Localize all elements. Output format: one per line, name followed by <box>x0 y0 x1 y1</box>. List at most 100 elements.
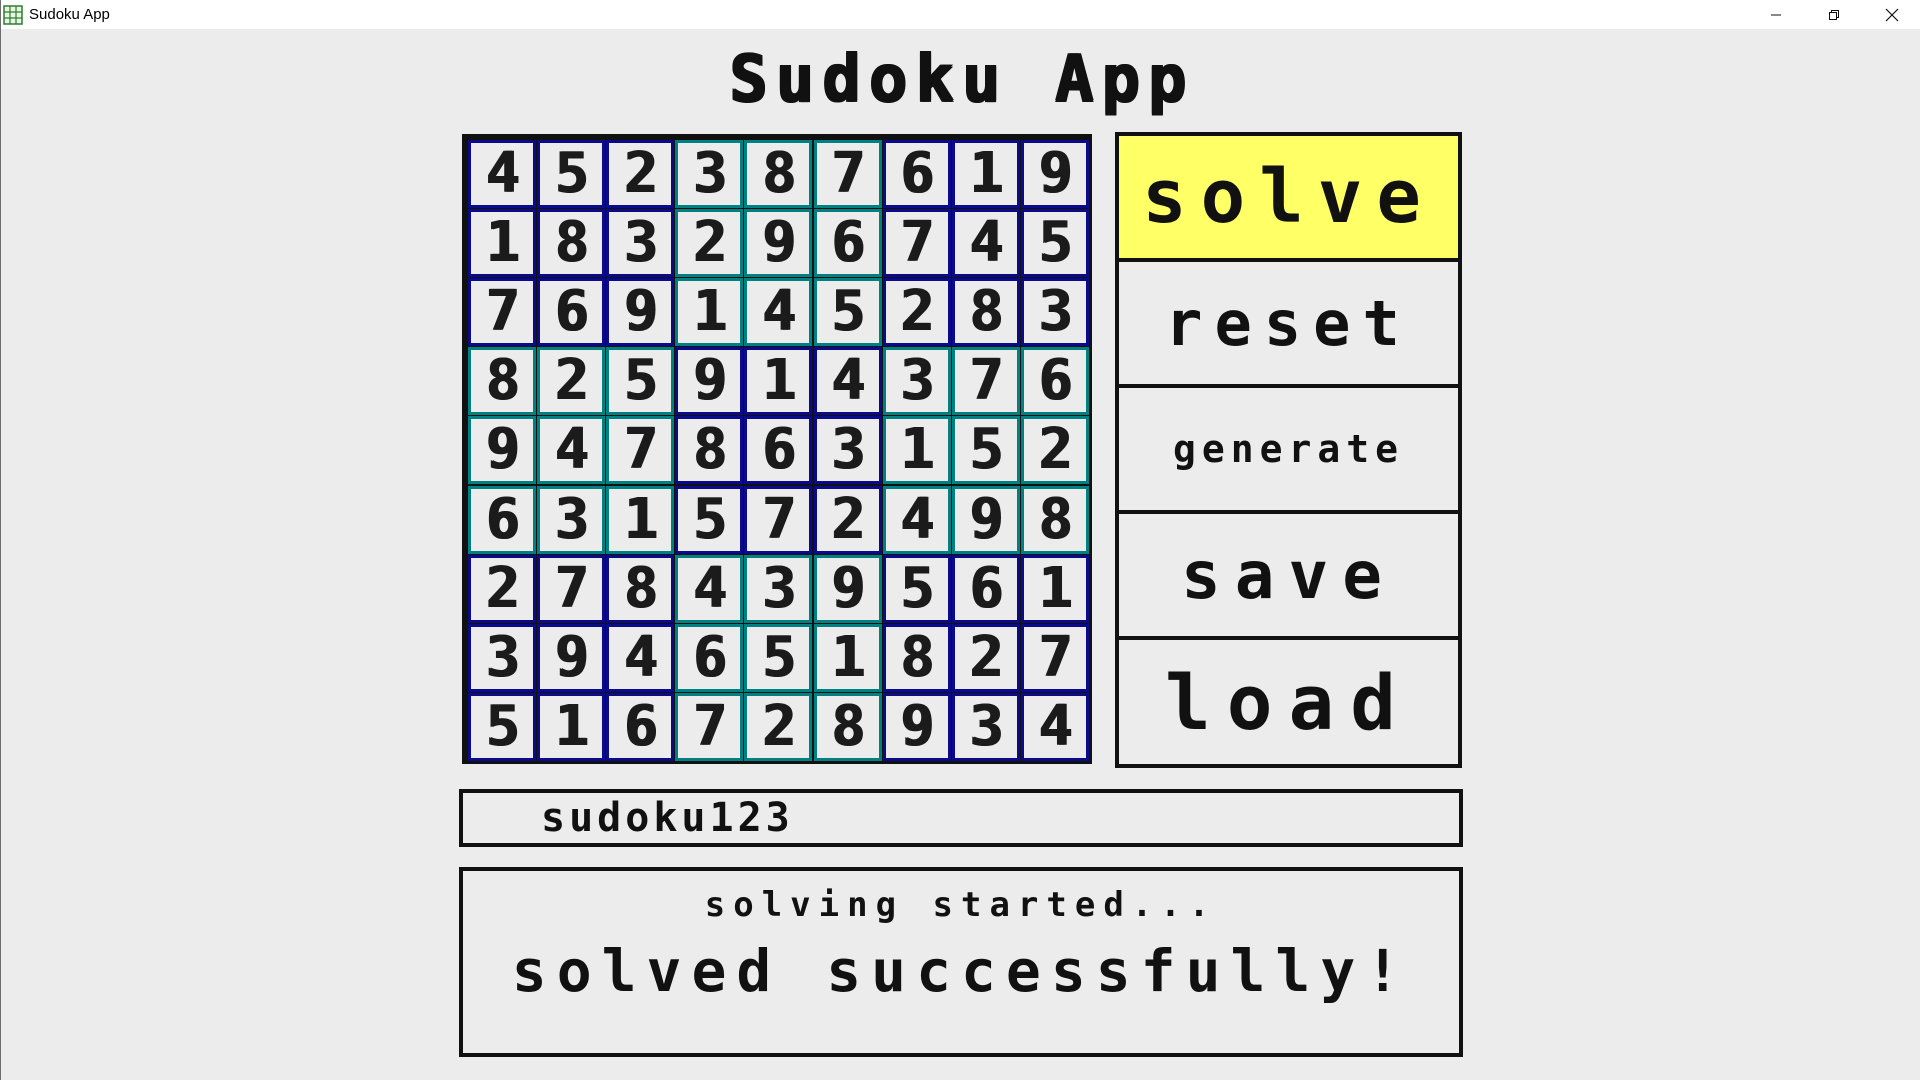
sudoku-cell[interactable]: 4 <box>678 557 741 620</box>
sudoku-cell[interactable]: 7 <box>816 143 879 206</box>
sudoku-cell[interactable]: 2 <box>540 350 603 413</box>
sudoku-cell[interactable]: 8 <box>816 695 879 758</box>
sudoku-cell[interactable]: 6 <box>816 212 879 275</box>
sudoku-cell[interactable]: 3 <box>954 695 1017 758</box>
sudoku-cell[interactable]: 6 <box>954 557 1017 620</box>
sudoku-cell[interactable]: 1 <box>885 419 948 482</box>
sudoku-cell[interactable]: 8 <box>678 419 741 482</box>
sudoku-cell[interactable]: 2 <box>1023 419 1086 482</box>
sudoku-cell[interactable]: 6 <box>678 626 741 689</box>
sudoku-cell[interactable]: 7 <box>1023 626 1086 689</box>
sudoku-cell[interactable]: 9 <box>954 488 1017 551</box>
log-line-result: solved successfully! <box>511 937 1411 1005</box>
sudoku-cell[interactable]: 1 <box>678 281 741 344</box>
sudoku-cell[interactable]: 6 <box>471 488 534 551</box>
sudoku-cell[interactable]: 7 <box>885 212 948 275</box>
solve-button[interactable]: solve <box>1115 132 1462 262</box>
sudoku-cell[interactable]: 5 <box>609 350 672 413</box>
sudoku-cell[interactable]: 5 <box>540 143 603 206</box>
close-button[interactable] <box>1863 0 1920 29</box>
sudoku-cell[interactable]: 5 <box>954 419 1017 482</box>
sudoku-cell[interactable]: 7 <box>540 557 603 620</box>
sudoku-cell[interactable]: 1 <box>954 143 1017 206</box>
sudoku-cell[interactable]: 9 <box>609 281 672 344</box>
sudoku-cell[interactable]: 4 <box>816 350 879 413</box>
sudoku-cell[interactable]: 3 <box>540 488 603 551</box>
sudoku-cell[interactable]: 9 <box>1023 143 1086 206</box>
filename-input[interactable]: sudoku123 <box>459 789 1463 847</box>
sudoku-cell[interactable]: 8 <box>540 212 603 275</box>
sudoku-cell[interactable]: 7 <box>471 281 534 344</box>
sudoku-cell[interactable]: 4 <box>540 419 603 482</box>
sudoku-cell[interactable]: 4 <box>1023 695 1086 758</box>
sudoku-cell[interactable]: 3 <box>471 626 534 689</box>
reset-button[interactable]: reset <box>1115 258 1462 388</box>
sudoku-cell[interactable]: 1 <box>471 212 534 275</box>
sudoku-cell[interactable]: 1 <box>1023 557 1086 620</box>
sudoku-cell[interactable]: 7 <box>954 350 1017 413</box>
sudoku-cell[interactable]: 6 <box>885 143 948 206</box>
restore-icon <box>1829 9 1839 20</box>
sudoku-cell[interactable]: 5 <box>1023 212 1086 275</box>
load-button[interactable]: load <box>1115 636 1462 768</box>
sudoku-cell[interactable]: 3 <box>885 350 948 413</box>
sudoku-cell[interactable]: 2 <box>816 488 879 551</box>
sudoku-cell[interactable]: 3 <box>678 143 741 206</box>
sudoku-cell[interactable]: 8 <box>885 626 948 689</box>
close-icon <box>1885 8 1899 21</box>
status-log: solving started... solved successfully! <box>459 867 1463 1057</box>
sudoku-cell[interactable]: 1 <box>747 350 810 413</box>
sudoku-cell[interactable]: 2 <box>954 626 1017 689</box>
sudoku-cell[interactable]: 8 <box>954 281 1017 344</box>
sudoku-cell[interactable]: 3 <box>747 557 810 620</box>
sudoku-cell[interactable]: 3 <box>1023 281 1086 344</box>
sudoku-cell[interactable]: 6 <box>747 419 810 482</box>
sudoku-cell[interactable]: 3 <box>609 212 672 275</box>
sudoku-cell[interactable]: 9 <box>471 419 534 482</box>
sudoku-cell[interactable]: 7 <box>678 695 741 758</box>
sudoku-cell[interactable]: 2 <box>885 281 948 344</box>
sudoku-cell[interactable]: 9 <box>678 350 741 413</box>
generate-button[interactable]: generate <box>1115 384 1462 514</box>
minimize-button[interactable] <box>1747 0 1805 29</box>
sudoku-cell[interactable]: 3 <box>816 419 879 482</box>
save-button[interactable]: save <box>1115 510 1462 640</box>
sudoku-cell[interactable]: 5 <box>471 695 534 758</box>
sudoku-board: 4523876191832967457691452838259143769478… <box>462 134 1092 764</box>
sudoku-cell[interactable]: 8 <box>747 143 810 206</box>
app-window: Sudoku App Sudoku App 45 2 3 8 7 6 1 9 1… <box>0 0 1920 1080</box>
sudoku-cell[interactable]: 4 <box>609 626 672 689</box>
sudoku-cell[interactable]: 5 <box>816 281 879 344</box>
sudoku-cell[interactable]: 2 <box>678 212 741 275</box>
sudoku-cell[interactable]: 5 <box>747 626 810 689</box>
window-title: Sudoku App <box>29 6 110 23</box>
sudoku-cell[interactable]: 7 <box>747 488 810 551</box>
sudoku-cell[interactable]: 6 <box>1023 350 1086 413</box>
sudoku-cell[interactable]: 7 <box>609 419 672 482</box>
sudoku-cell[interactable]: 4 <box>471 143 534 206</box>
sudoku-cell[interactable]: 1 <box>816 626 879 689</box>
app-heading: Sudoku App <box>728 42 1194 116</box>
sudoku-cell[interactable]: 5 <box>885 557 948 620</box>
sudoku-cell[interactable]: 5 <box>678 488 741 551</box>
sudoku-cell[interactable]: 8 <box>1023 488 1086 551</box>
sudoku-cell[interactable]: 1 <box>609 488 672 551</box>
title-bar: Sudoku App <box>1 0 1920 29</box>
sudoku-cell[interactable]: 4 <box>747 281 810 344</box>
sudoku-cell[interactable]: 2 <box>471 557 534 620</box>
sudoku-cell[interactable]: 1 <box>540 695 603 758</box>
restore-button[interactable] <box>1805 0 1863 29</box>
sudoku-cell[interactable]: 9 <box>816 557 879 620</box>
sudoku-cell[interactable]: 6 <box>540 281 603 344</box>
sudoku-cell[interactable]: 9 <box>885 695 948 758</box>
sudoku-cell[interactable]: 2 <box>747 695 810 758</box>
sudoku-cell[interactable]: 8 <box>609 557 672 620</box>
sudoku-cell[interactable]: 2 <box>609 143 672 206</box>
sudoku-cell[interactable]: 6 <box>609 695 672 758</box>
minimize-icon <box>1771 14 1781 15</box>
sudoku-cell[interactable]: 4 <box>954 212 1017 275</box>
sudoku-cell[interactable]: 9 <box>540 626 603 689</box>
sudoku-cell[interactable]: 4 <box>885 488 948 551</box>
sudoku-cell[interactable]: 9 <box>747 212 810 275</box>
sudoku-cell[interactable]: 8 <box>471 350 534 413</box>
